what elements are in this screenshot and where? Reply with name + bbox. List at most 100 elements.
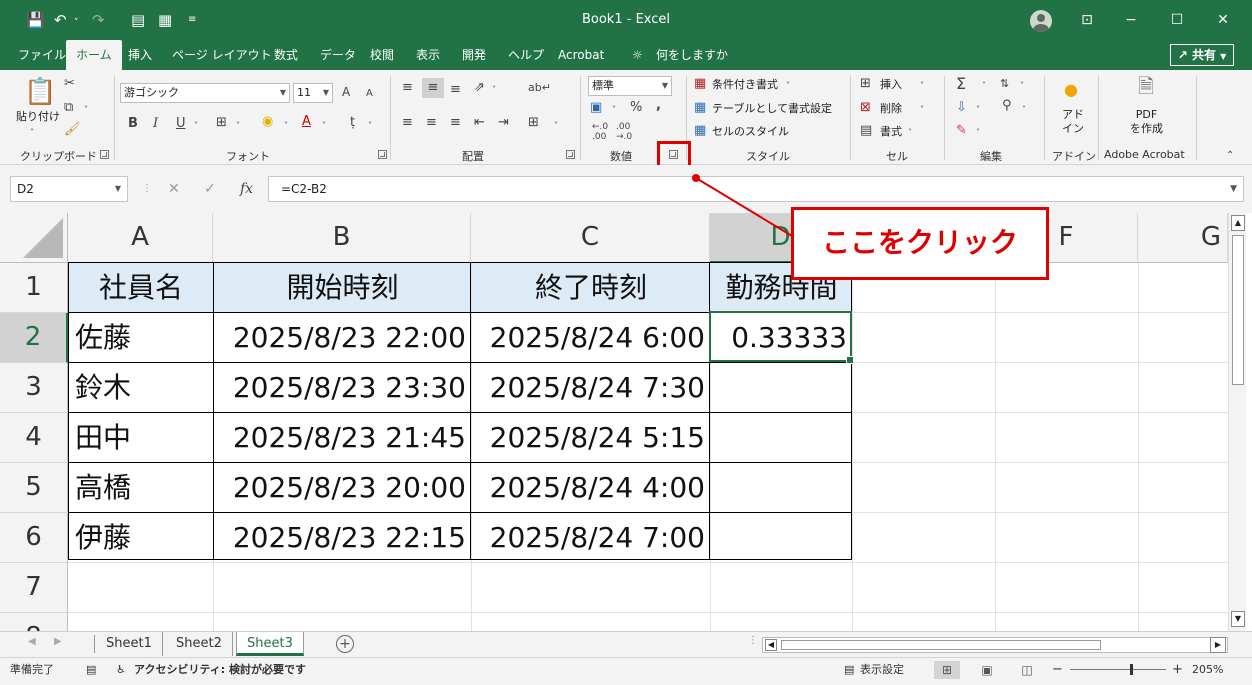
row-header-6[interactable]: 6 bbox=[0, 513, 68, 563]
cell-c3[interactable]: 2025/8/24 7:30 bbox=[472, 363, 710, 413]
cell-b6[interactable]: 2025/8/23 22:15 bbox=[214, 513, 471, 563]
vertical-scroll-thumb[interactable] bbox=[1232, 235, 1244, 385]
cell-styles-button[interactable]: セルのスタイル bbox=[712, 125, 789, 139]
paste-label[interactable]: 貼り付け bbox=[16, 110, 60, 124]
page-break-view-icon[interactable]: ◫ bbox=[1014, 661, 1040, 679]
ribbon-display-options-icon[interactable]: ⊡ bbox=[1064, 0, 1110, 40]
cell-c2[interactable]: 2025/8/24 6:00 bbox=[472, 313, 710, 363]
underline-dropdown-icon[interactable]: ˅ bbox=[194, 118, 198, 134]
paste-icon[interactable]: 📋 bbox=[24, 78, 56, 106]
sort-filter-icon[interactable]: ⇅ bbox=[1000, 76, 1009, 92]
collapse-ribbon-icon[interactable]: ⌃ bbox=[1226, 148, 1234, 164]
chevron-down-icon[interactable]: ˅ bbox=[920, 78, 924, 94]
merge-dropdown-icon[interactable]: ˅ bbox=[554, 118, 558, 134]
currency-dropdown-icon[interactable]: ˅ bbox=[612, 102, 616, 118]
cell-c1[interactable]: 終了時刻 bbox=[472, 263, 710, 313]
wrap-text-icon[interactable]: ab↵ bbox=[528, 80, 551, 96]
fill-color-dropdown-icon[interactable]: ˅ bbox=[284, 118, 288, 134]
find-select-icon[interactable]: ⚲ bbox=[1002, 98, 1012, 114]
addins-button[interactable]: アド イン bbox=[1062, 108, 1084, 136]
cell-b1[interactable]: 開始時刻 bbox=[214, 263, 471, 313]
tab-page-layout[interactable]: ページ レイアウト bbox=[172, 40, 272, 70]
cell-styles-icon[interactable]: ▦ bbox=[694, 123, 706, 139]
cell-b4[interactable]: 2025/8/23 21:45 bbox=[214, 413, 471, 463]
cell-d4[interactable] bbox=[711, 413, 852, 463]
conditional-formatting-icon[interactable]: ▦ bbox=[694, 76, 706, 92]
horizontal-scrollbar[interactable]: ◀ bbox=[762, 637, 1228, 653]
name-box[interactable]: D2 ▼ bbox=[10, 176, 128, 202]
addins-icon[interactable]: ● bbox=[1064, 82, 1078, 98]
cancel-entry-icon[interactable]: ✕ bbox=[168, 180, 180, 198]
phonetic-guide-icon[interactable]: ṭ bbox=[350, 115, 355, 131]
row-header-7[interactable]: 7 bbox=[0, 563, 68, 613]
tab-formulas[interactable]: 数式 bbox=[274, 40, 298, 70]
share-button[interactable]: ↗ 共有 ▼ bbox=[1170, 44, 1234, 66]
borders-dropdown-icon[interactable]: ˅ bbox=[236, 118, 240, 134]
cell-a5[interactable]: 高橋 bbox=[69, 463, 213, 513]
chevron-down-icon[interactable]: ˅ bbox=[908, 125, 912, 141]
select-all-button[interactable] bbox=[0, 213, 68, 263]
scroll-up-icon[interactable]: ▲ bbox=[1231, 215, 1245, 231]
chevron-down-icon[interactable]: ˅ bbox=[780, 125, 784, 141]
zoom-out-button[interactable]: − bbox=[1052, 658, 1063, 682]
decrease-decimal-icon[interactable]: .00 →.0 bbox=[616, 122, 632, 142]
format-as-table-button[interactable]: テーブルとして書式設定 bbox=[712, 102, 832, 116]
tab-review[interactable]: 校閲 bbox=[370, 40, 394, 70]
comma-style-icon[interactable]: , bbox=[656, 98, 661, 114]
increase-indent-icon[interactable]: ⇥ bbox=[498, 115, 509, 131]
cell-a6[interactable]: 伊藤 bbox=[69, 513, 213, 563]
scroll-left-icon[interactable]: ◀ bbox=[765, 639, 777, 651]
fill-icon[interactable]: ⇩ bbox=[956, 100, 967, 116]
minimize-button[interactable]: − bbox=[1108, 0, 1154, 40]
tab-home[interactable]: ホーム bbox=[66, 40, 122, 70]
row-header-2[interactable]: 2 bbox=[0, 313, 68, 363]
cell-b2[interactable]: 2025/8/23 22:00 bbox=[214, 313, 471, 363]
column-header-c[interactable]: C bbox=[471, 213, 710, 263]
accessibility-status[interactable]: アクセシビリティ: 検討が必要です bbox=[134, 658, 306, 682]
tab-help[interactable]: ヘルプ bbox=[508, 40, 544, 70]
cell-a1[interactable]: 社員名 bbox=[69, 263, 213, 313]
format-painter-icon[interactable]: 🖌 bbox=[64, 122, 81, 138]
tell-me-search[interactable]: 何をしますか bbox=[656, 40, 728, 70]
format-as-table-icon[interactable]: ▦ bbox=[694, 100, 706, 116]
phonetic-dropdown-icon[interactable]: ˅ bbox=[368, 118, 372, 134]
font-dialog-launcher-icon[interactable] bbox=[378, 150, 387, 159]
align-right-icon[interactable]: ≡ bbox=[450, 115, 461, 131]
row-header-3[interactable]: 3 bbox=[0, 363, 68, 413]
percent-style-icon[interactable]: % bbox=[630, 100, 642, 116]
clipboard-dialog-launcher-icon[interactable] bbox=[100, 150, 109, 159]
insert-function-icon[interactable]: fx bbox=[240, 180, 253, 198]
cell-a2[interactable]: 佐藤 bbox=[69, 313, 213, 363]
sheet-tab-sheet3[interactable]: Sheet3 bbox=[236, 632, 304, 656]
format-cells-button[interactable]: 書式 bbox=[880, 125, 902, 139]
insert-cells-button[interactable]: 挿入 bbox=[880, 78, 902, 92]
autosum-dropdown-icon[interactable]: ˅ bbox=[982, 78, 986, 94]
grow-font-icon[interactable]: A bbox=[342, 84, 350, 100]
align-center-icon[interactable]: ≡ bbox=[426, 115, 437, 131]
row-header-1[interactable]: 1 bbox=[0, 263, 68, 313]
italic-button[interactable]: I bbox=[153, 116, 158, 132]
cell-d3[interactable] bbox=[711, 363, 852, 413]
bold-button[interactable]: B bbox=[128, 116, 138, 132]
row-header-4[interactable]: 4 bbox=[0, 413, 68, 463]
splitter-icon[interactable]: ⋮ bbox=[748, 635, 758, 646]
sheet-tab-sheet2[interactable]: Sheet2 bbox=[166, 632, 233, 656]
horizontal-scroll-thumb[interactable] bbox=[781, 640, 1101, 650]
align-bottom-icon[interactable]: ≡ bbox=[450, 82, 461, 98]
cell-b3[interactable]: 2025/8/23 23:30 bbox=[214, 363, 471, 413]
autosum-icon[interactable]: Σ bbox=[956, 76, 966, 92]
tab-developer[interactable]: 開発 bbox=[462, 40, 486, 70]
page-layout-view-icon[interactable]: ▣ bbox=[974, 661, 1000, 679]
number-format-select[interactable]: 標準 ▼ bbox=[588, 76, 672, 96]
zoom-slider[interactable] bbox=[1070, 664, 1166, 675]
fill-color-icon[interactable]: ◉ bbox=[262, 114, 273, 130]
clear-dropdown-icon[interactable]: ˅ bbox=[976, 125, 980, 141]
confirm-entry-icon[interactable]: ✓ bbox=[204, 180, 216, 198]
vertical-scrollbar[interactable]: ▲ ▼ bbox=[1228, 213, 1246, 631]
orientation-dropdown-icon[interactable]: ˅ bbox=[492, 82, 496, 98]
shrink-font-icon[interactable]: A bbox=[366, 86, 373, 102]
format-cells-icon[interactable]: ▤ bbox=[860, 123, 872, 139]
align-top-icon[interactable]: ≡ bbox=[402, 80, 413, 96]
clear-icon[interactable]: ✎ bbox=[956, 123, 967, 139]
borders-icon[interactable]: ⊞ bbox=[216, 115, 227, 131]
